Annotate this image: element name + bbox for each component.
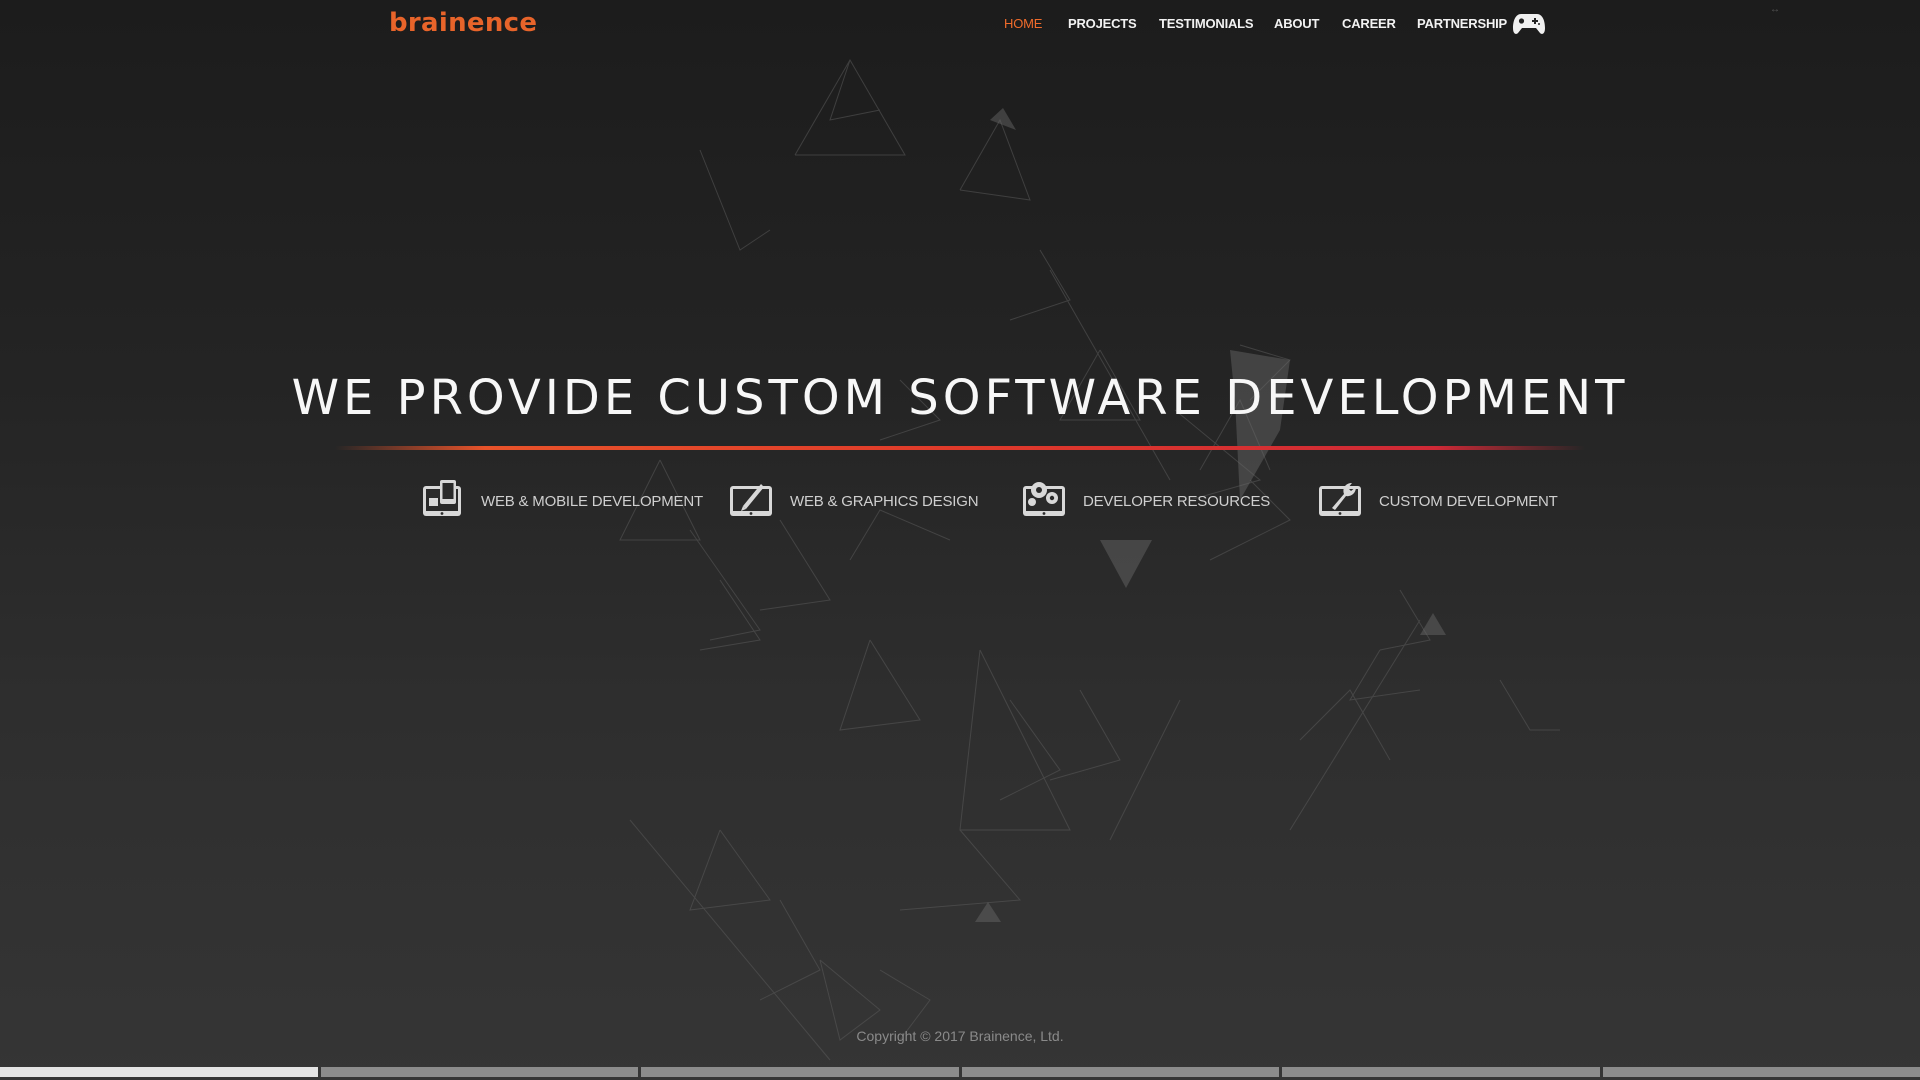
hero-headline: WE PROVIDE CUSTOM SOFTWARE DEVELOPMENT xyxy=(291,370,1629,426)
service-label: WEB & MOBILE DEVELOPMENT xyxy=(481,493,703,510)
nav-item-projects[interactable]: PROJECTS xyxy=(1068,16,1137,31)
background-triangle-art xyxy=(619,59,1560,1061)
service-label: CUSTOM DEVELOPMENT xyxy=(1379,493,1558,510)
slide-indicator-segment[interactable] xyxy=(641,1067,959,1077)
nav-item-partnership[interactable]: PARTNERSHIP xyxy=(1417,16,1507,31)
wrench-tablet-icon xyxy=(1319,483,1361,516)
slide-indicator-segment[interactable] xyxy=(961,1067,1279,1077)
nav-item-career[interactable]: CAREER xyxy=(1342,16,1396,31)
slide-indicator-segment[interactable] xyxy=(1282,1067,1600,1077)
nav-item-home[interactable]: HOME xyxy=(1004,16,1042,31)
service-label: WEB & GRAPHICS DESIGN xyxy=(790,493,979,510)
slide-indicator-segment[interactable] xyxy=(320,1067,638,1077)
nav-item-testimonials[interactable]: TESTIMONIALS xyxy=(1159,16,1254,31)
brand-logo[interactable]: brainence xyxy=(389,8,537,38)
slide-indicator-bar xyxy=(0,1067,1920,1077)
copyright-text: Copyright © 2017 Brainence, Ltd. xyxy=(856,1028,1064,1044)
slide-indicator-segment[interactable] xyxy=(0,1067,318,1077)
nav-item-about[interactable]: ABOUT xyxy=(1274,16,1319,31)
devices-icon xyxy=(423,480,461,516)
page: brainence HOME PROJECTS TESTIMONIALS ABO… xyxy=(0,0,1920,1080)
hero-divider xyxy=(335,446,1585,450)
gears-tablet-icon xyxy=(1023,482,1065,516)
arrows-icon: ↔ xyxy=(1770,4,1780,15)
pen-tablet-icon xyxy=(730,484,772,516)
gamepad-icon[interactable] xyxy=(1512,12,1546,36)
slide-indicator-segment[interactable] xyxy=(1602,1067,1920,1077)
service-label: DEVELOPER RESOURCES xyxy=(1083,493,1271,510)
